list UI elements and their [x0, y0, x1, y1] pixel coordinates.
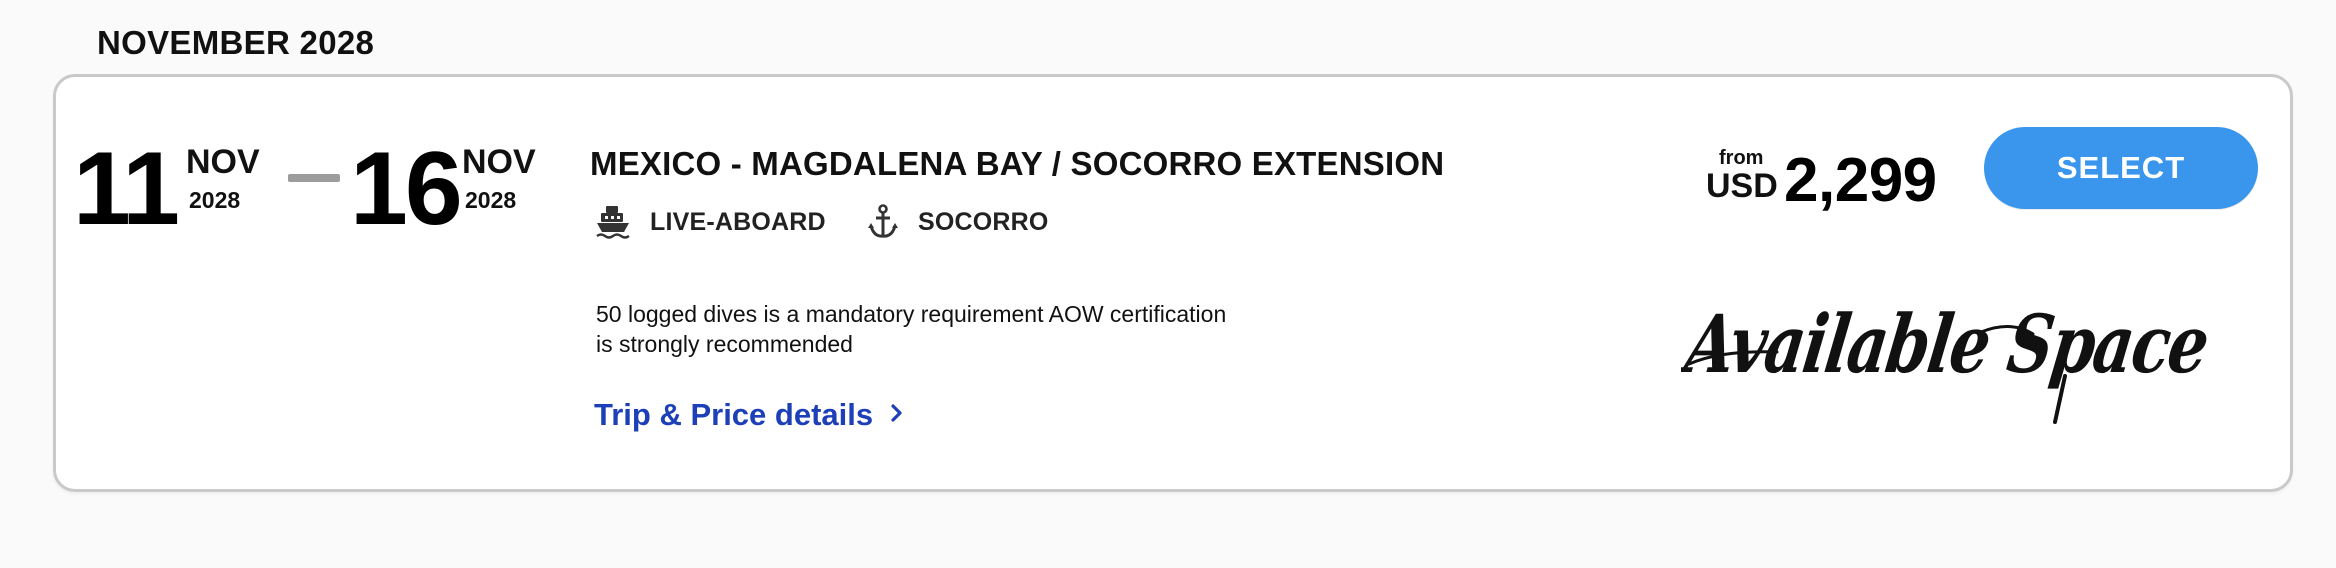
start-year: 2028 [189, 187, 241, 213]
anchor-icon [868, 204, 898, 240]
tag-live-aboard: LIVE-ABOARD [596, 202, 826, 242]
availability-label: Available Space [1681, 297, 2213, 424]
ship-icon [596, 204, 630, 240]
chevron-right-icon [889, 397, 905, 433]
end-day: 16 [350, 131, 463, 247]
trip-price-details-link[interactable]: Trip & Price details [594, 397, 905, 433]
requirement-note: 50 logged dives is a mandatory requireme… [596, 301, 1227, 357]
start-month: NOV [186, 143, 260, 181]
trip-title: MEXICO - MAGDALENA BAY / SOCORRO EXTENSI… [590, 145, 1445, 182]
price-currency: USD [1706, 167, 1778, 205]
price-amount: 2,299 [1784, 146, 1937, 215]
availability-text: Available Space [1681, 297, 2213, 391]
month-heading: NOVEMBER 2028 [97, 24, 375, 61]
end-year: 2028 [465, 187, 517, 213]
end-month: NOV [462, 143, 536, 181]
price-block: from USD 2,299 [1706, 139, 1966, 215]
tag-label: LIVE-ABOARD [650, 207, 826, 236]
trip-card: 11 NOV 2028 16 NOV 2028 MEXICO - MAGDALE… [53, 74, 2293, 492]
tag-label: SOCORRO [918, 207, 1049, 236]
select-button[interactable]: SELECT [1984, 127, 2258, 209]
start-day: 11 [73, 131, 180, 247]
tag-socorro: SOCORRO [868, 202, 1049, 242]
details-link-label: Trip & Price details [594, 397, 874, 432]
date-range-dash [288, 174, 340, 182]
